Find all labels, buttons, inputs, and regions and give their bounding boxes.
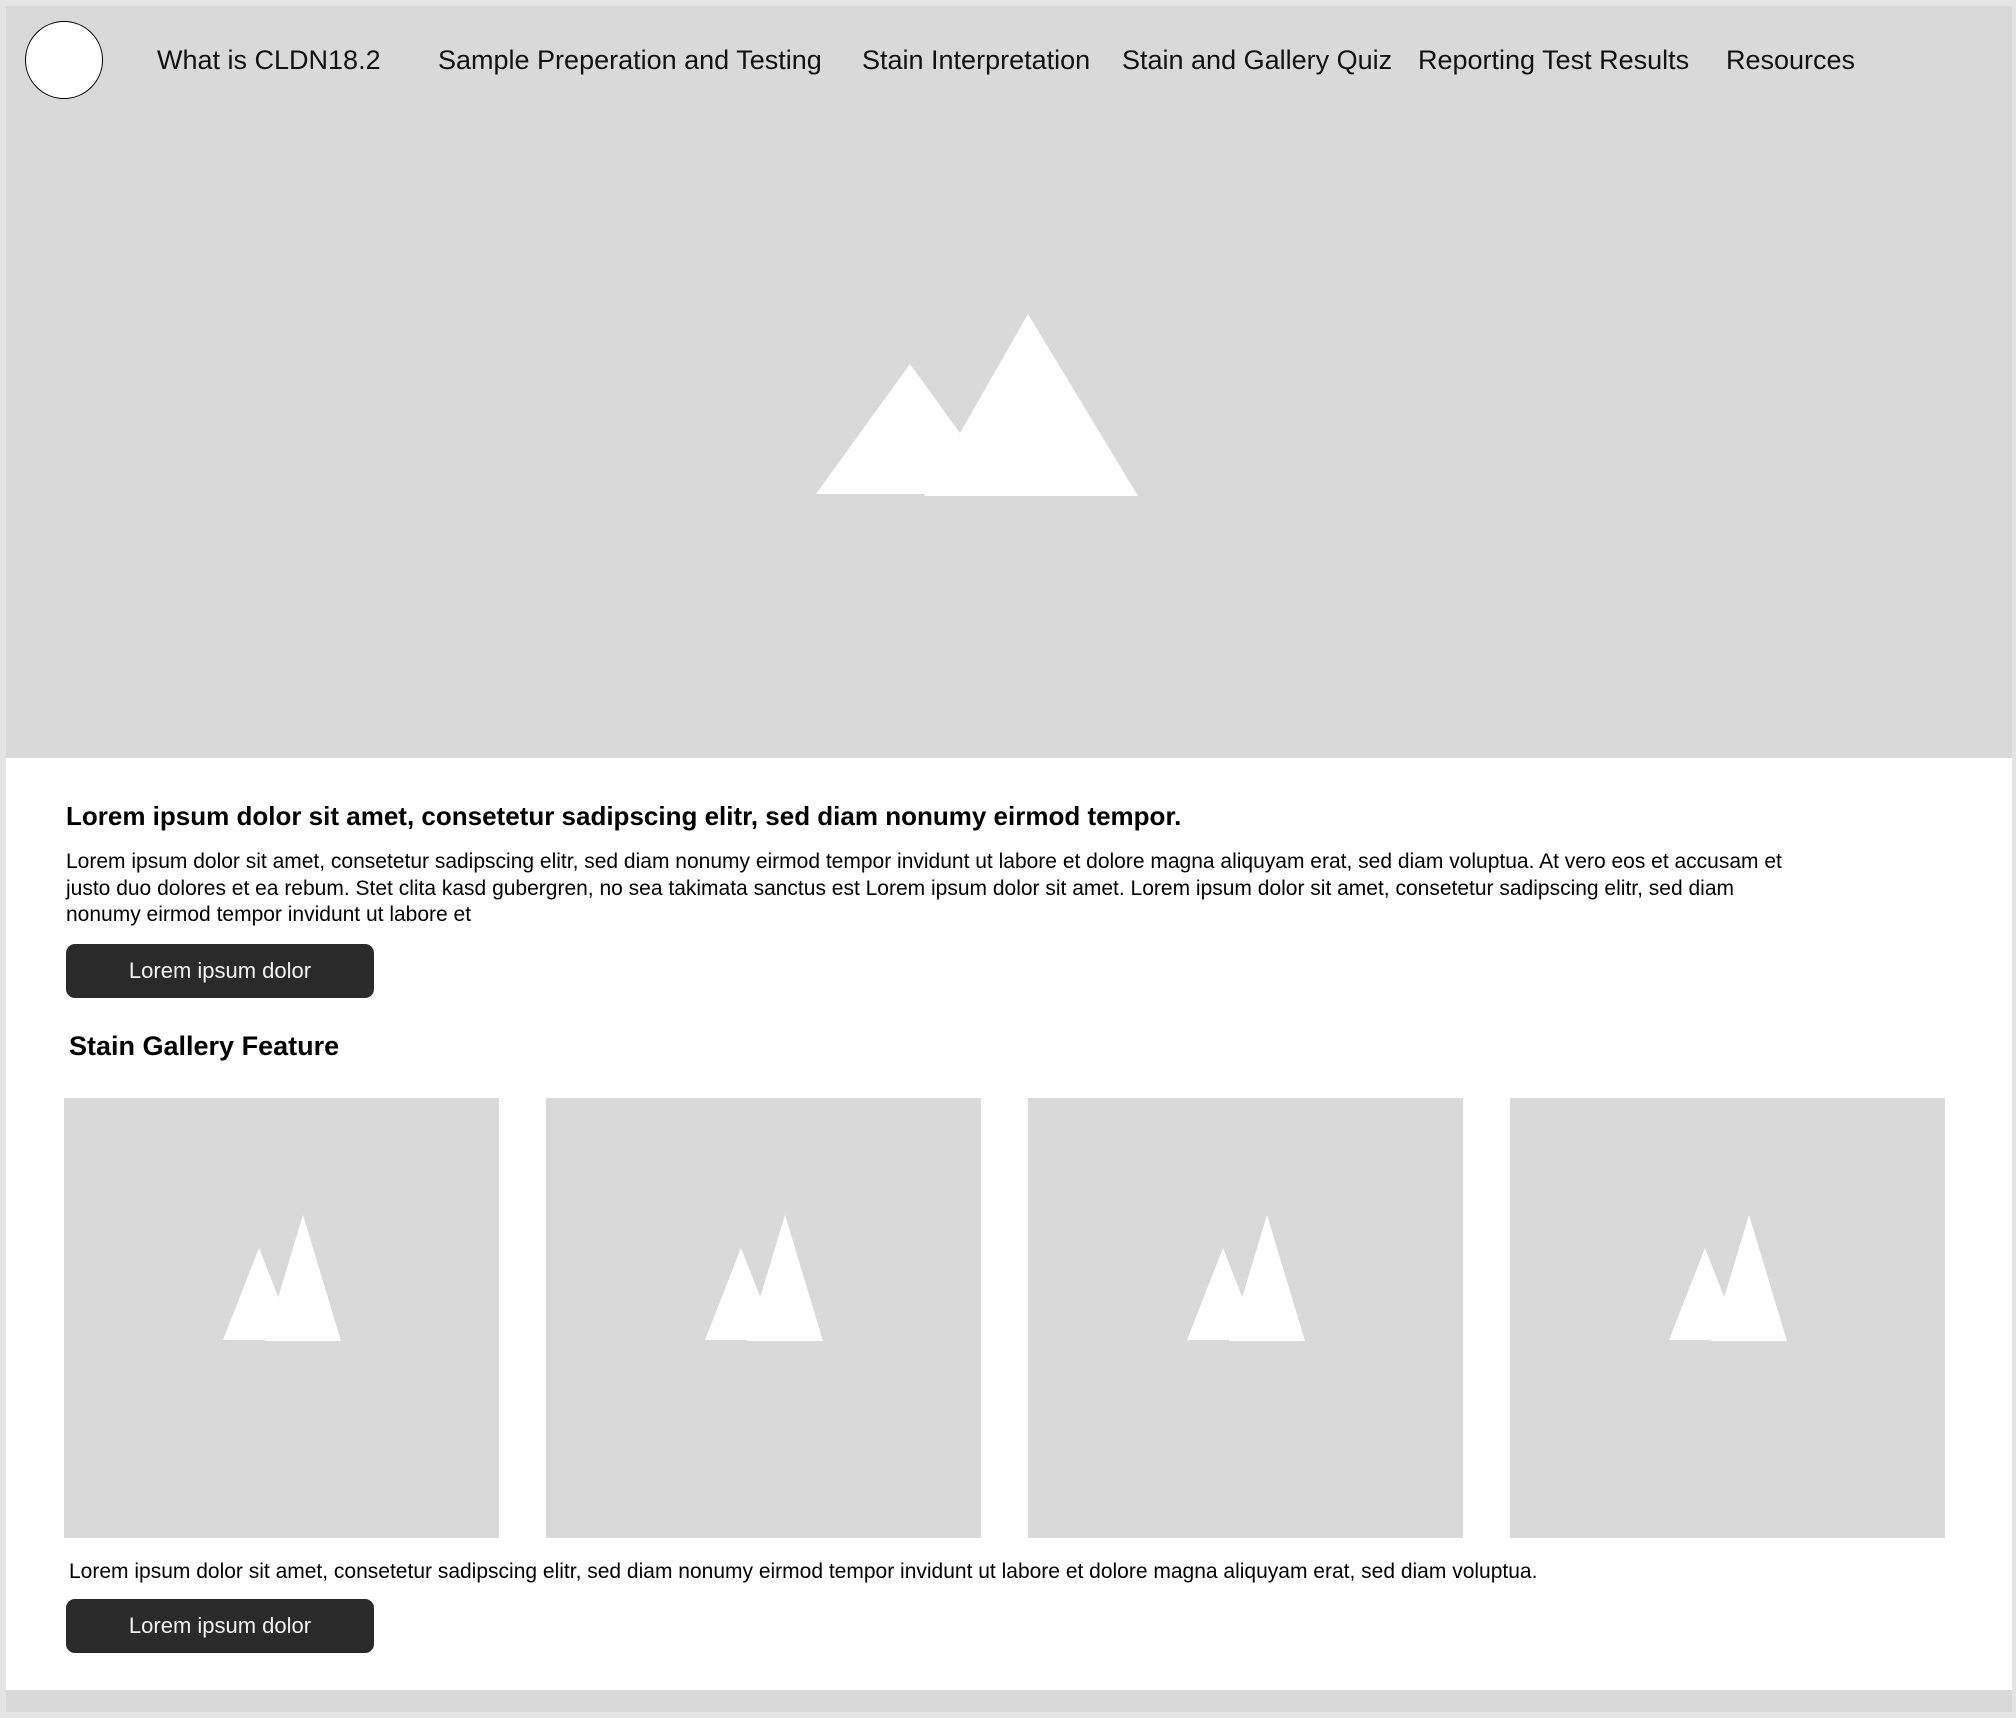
image-placeholder-icon xyxy=(223,1215,341,1341)
nav-item-reporting-test-results[interactable]: Reporting Test Results xyxy=(1418,44,1689,76)
nav-item-what-is-cldn18-2[interactable]: What is CLDN18.2 xyxy=(157,44,381,76)
gallery-heading: Stain Gallery Feature xyxy=(69,1031,340,1061)
page-frame: What is CLDN18.2 Sample Preperation and … xyxy=(6,6,2012,1712)
nav-item-sample-preparation-and-testing[interactable]: Sample Preperation and Testing xyxy=(438,44,822,76)
nav-item-stain-and-gallery-quiz[interactable]: Stain and Gallery Quiz xyxy=(1122,44,1392,76)
image-placeholder-icon xyxy=(816,314,1138,496)
intro-heading: Lorem ipsum dolor sit amet, consetetur s… xyxy=(66,801,1182,831)
gallery-image-1[interactable] xyxy=(64,1098,499,1538)
gallery-caption: Lorem ipsum dolor sit amet, consetetur s… xyxy=(69,1560,1538,1583)
hero-header: What is CLDN18.2 Sample Preperation and … xyxy=(6,6,2012,758)
gallery-image-3[interactable] xyxy=(1028,1098,1463,1538)
gallery-cta-button[interactable]: Lorem ipsum dolor xyxy=(66,1599,374,1653)
image-placeholder-icon xyxy=(1669,1215,1787,1341)
image-placeholder-icon xyxy=(705,1215,823,1341)
gallery-image-4[interactable] xyxy=(1510,1098,1945,1538)
intro-body-text: Lorem ipsum dolor sit amet, consetetur s… xyxy=(66,850,1782,926)
main-content: Lorem ipsum dolor sit amet, consetetur s… xyxy=(6,758,2012,1690)
nav-item-resources[interactable]: Resources xyxy=(1726,44,1855,76)
primary-cta-button[interactable]: Lorem ipsum dolor xyxy=(66,944,374,998)
gallery-image-2[interactable] xyxy=(546,1098,981,1538)
logo[interactable] xyxy=(25,21,103,99)
image-placeholder-icon xyxy=(1187,1215,1305,1341)
nav-item-stain-interpretation[interactable]: Stain Interpretation xyxy=(862,44,1090,76)
